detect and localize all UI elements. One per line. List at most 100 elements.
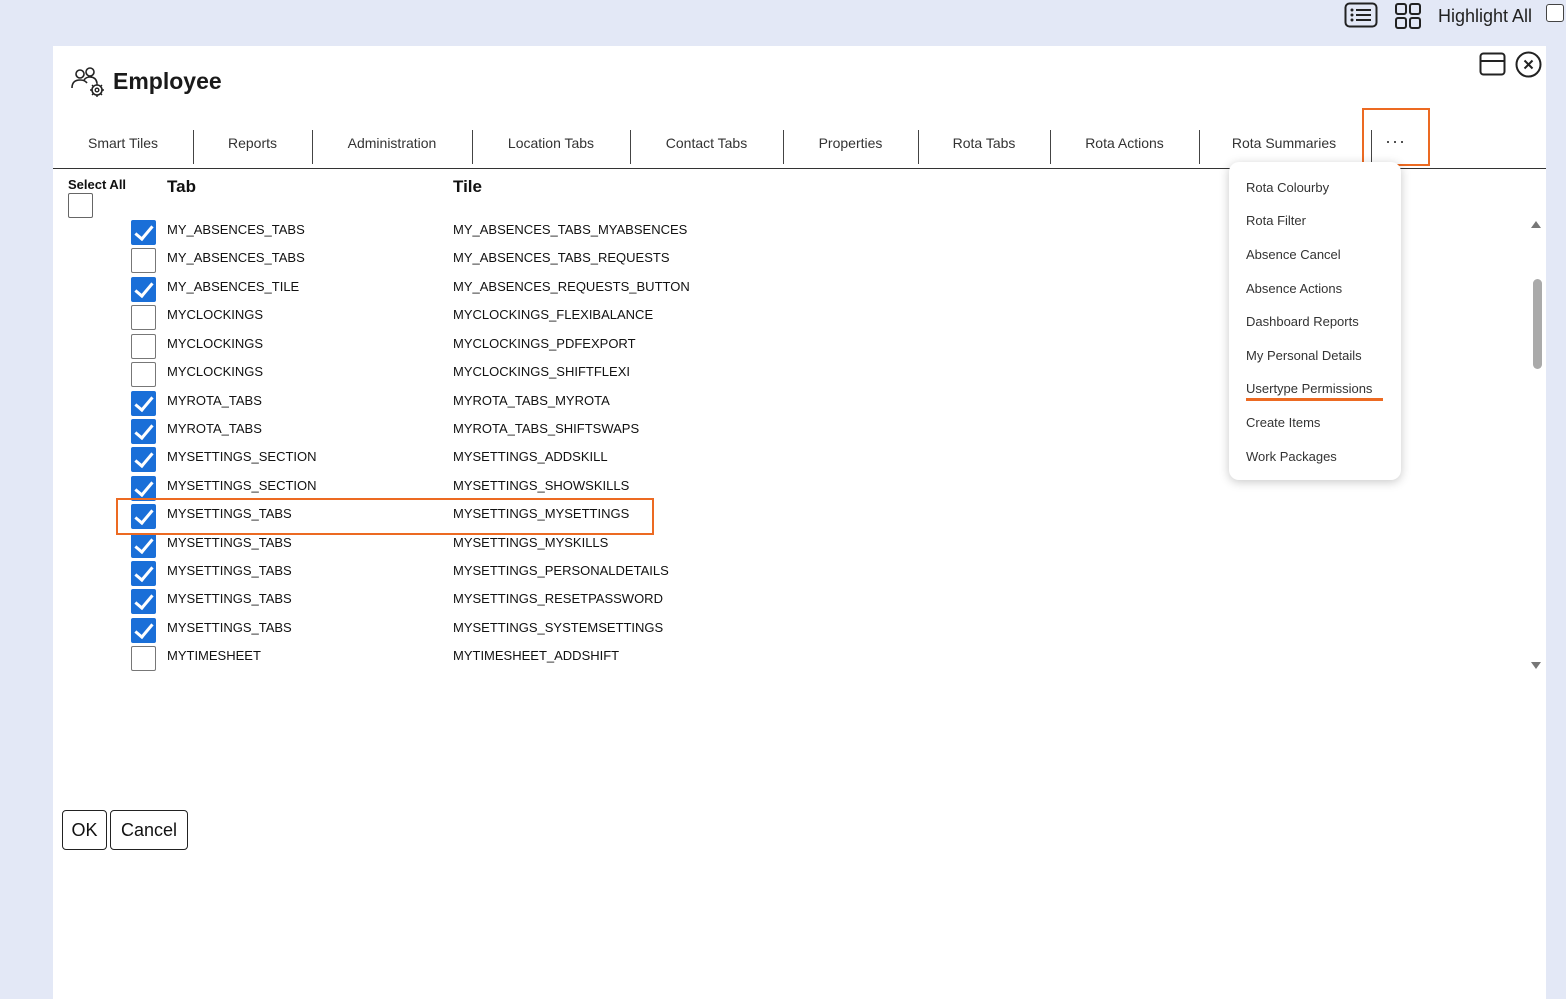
row-checkbox[interactable] (131, 419, 156, 444)
tab-divider (1371, 130, 1372, 162)
cell-tile: MYTIMESHEET_ADDSHIFT (453, 648, 620, 663)
users-settings-icon (70, 66, 106, 98)
row-checkbox[interactable] (131, 533, 156, 558)
cancel-button[interactable]: Cancel (110, 810, 188, 850)
scroll-up-arrow[interactable] (1531, 221, 1541, 228)
grid-view-icon[interactable] (1394, 2, 1422, 30)
tab-rota-summaries[interactable]: Rota Summaries (1199, 130, 1369, 166)
menu-item-my-personal-details[interactable]: My Personal Details (1246, 348, 1362, 363)
select-all-label: Select All (68, 177, 127, 192)
select-all-checkbox[interactable] (68, 193, 93, 218)
tab-properties[interactable]: Properties (783, 130, 918, 166)
scrollbar-thumb[interactable] (1533, 279, 1542, 369)
table-row: MYSETTINGS_TABS MYSETTINGS_SYSTEMSETTINGS (53, 616, 1253, 644)
menu-item-rota-colourby[interactable]: Rota Colourby (1246, 180, 1329, 195)
cell-tile: MYSETTINGS_SHOWSKILLS (453, 478, 630, 493)
row-checkbox[interactable] (131, 391, 156, 416)
table-row: MY_ABSENCES_TABS MY_ABSENCES_TABS_MYABSEN… (53, 218, 1253, 246)
cell-tile: MYCLOCKINGS_SHIFTFLEXI (453, 364, 630, 379)
cell-tile: MYCLOCKINGS_PDFEXPORT (453, 336, 636, 351)
menu-item-absence-actions[interactable]: Absence Actions (1246, 281, 1342, 296)
cell-tab: MYSETTINGS_SECTION (167, 478, 317, 493)
cell-tab: MYSETTINGS_TABS (167, 620, 292, 635)
tab-rota-tabs[interactable]: Rota Tabs (918, 130, 1050, 166)
more-icon: ... (1385, 126, 1407, 147)
menu-item-dashboard-reports[interactable]: Dashboard Reports (1246, 314, 1359, 329)
row-checkbox[interactable] (131, 248, 156, 273)
tab-administration[interactable]: Administration (312, 130, 472, 166)
menu-item-absence-cancel[interactable]: Absence Cancel (1246, 247, 1341, 262)
row-checkbox[interactable] (131, 618, 156, 643)
table-row: MYSETTINGS_TABS MYSETTINGS_MYSKILLS (53, 531, 1253, 559)
close-icon[interactable] (1515, 51, 1542, 78)
column-header-tab: Tab (167, 177, 196, 196)
table-row: MYCLOCKINGS MYCLOCKINGS_FLEXIBALANCE (53, 303, 1253, 331)
cell-tile: MYCLOCKINGS_FLEXIBALANCE (453, 307, 654, 322)
row-checkbox[interactable] (131, 447, 156, 472)
list-view-icon[interactable] (1344, 2, 1378, 28)
menu-item-underline (1246, 398, 1383, 401)
cell-tile: MY_ABSENCES_REQUESTS_BUTTON (453, 279, 690, 294)
cell-tile: MYSETTINGS_MYSKILLS (453, 535, 609, 550)
tab-rota-actions[interactable]: Rota Actions (1050, 130, 1199, 166)
highlight-all-checkbox[interactable] (1546, 4, 1564, 22)
cell-tab: MYSETTINGS_SECTION (167, 449, 317, 464)
table-row: MY_ABSENCES_TABS MY_ABSENCES_TABS_REQUEST… (53, 246, 1253, 274)
row-checkbox[interactable] (131, 589, 156, 614)
maximize-icon[interactable] (1479, 52, 1506, 76)
cell-tab: MYSETTINGS_TABS (167, 591, 292, 606)
row-checkbox[interactable] (131, 362, 156, 387)
top-toolbar: Highlight All (0, 0, 1566, 32)
tab-contact-tabs[interactable]: Contact Tabs (630, 130, 783, 166)
cell-tab: MYSETTINGS_TABS (167, 563, 292, 578)
tab-smart-tiles[interactable]: Smart Tiles (63, 130, 183, 166)
cell-tile: MY_ABSENCES_TABS_MYABSENCES (453, 222, 688, 237)
tab-location-tabs[interactable]: Location Tabs (472, 130, 630, 166)
row-checkbox[interactable] (131, 220, 156, 245)
table-row: MYCLOCKINGS MYCLOCKINGS_SHIFTFLEXI (53, 360, 1253, 388)
table-row: MYSETTINGS_SECTION MYSETTINGS_ADDSKILL (53, 445, 1253, 473)
tab-reports[interactable]: Reports (193, 130, 312, 166)
table-row: MYSETTINGS_TABS MYSETTINGS_RESETPASSWORD (53, 587, 1253, 615)
cell-tile: MYSETTINGS_RESETPASSWORD (453, 591, 663, 606)
table-row: MYROTA_TABS MYROTA_TABS_SHIFTSWAPS (53, 417, 1253, 445)
table-row: MYCLOCKINGS MYCLOCKINGS_PDFEXPORT (53, 332, 1253, 360)
row-highlight-box (116, 498, 654, 535)
table-row: MY_ABSENCES_TILE MY_ABSENCES_REQUESTS_BUT… (53, 275, 1253, 303)
cell-tab: MY_ABSENCES_TABS (167, 222, 305, 237)
more-tabs-menu: Rota Colourby Rota Filter Absence Cancel… (1229, 162, 1401, 480)
menu-item-rota-filter[interactable]: Rota Filter (1246, 213, 1306, 228)
ok-button[interactable]: OK (62, 810, 107, 850)
row-checkbox[interactable] (131, 334, 156, 359)
menu-item-create-items[interactable]: Create Items (1246, 415, 1320, 430)
row-checkbox[interactable] (131, 277, 156, 302)
cell-tab: MYTIMESHEET (167, 648, 261, 663)
row-checkbox[interactable] (131, 561, 156, 586)
cell-tab: MYCLOCKINGS (167, 336, 264, 351)
dialog-title: Employee (113, 68, 222, 94)
table-row: MYSETTINGS_TABS MYSETTINGS_PERSONALDETAIL… (53, 559, 1253, 587)
cell-tile: MYSETTINGS_ADDSKILL (453, 449, 608, 464)
menu-item-work-packages[interactable]: Work Packages (1246, 449, 1337, 464)
cell-tile: MYSETTINGS_SYSTEMSETTINGS (453, 620, 664, 635)
cell-tile: MYSETTINGS_PERSONALDETAILS (453, 563, 669, 578)
highlight-all-label: Highlight All (1438, 6, 1533, 26)
cell-tab: MY_ABSENCES_TILE (167, 279, 300, 294)
table-row: MYROTA_TABS MYROTA_TABS_MYROTA (53, 389, 1253, 417)
cell-tab: MYCLOCKINGS (167, 307, 264, 322)
more-tabs-button[interactable]: ... (1362, 108, 1430, 166)
scroll-down-arrow[interactable] (1531, 662, 1541, 669)
cell-tab: MY_ABSENCES_TABS (167, 250, 305, 265)
cell-tile: MYROTA_TABS_MYROTA (453, 393, 610, 408)
column-header-tile: Tile (453, 177, 482, 196)
menu-item-usertype-permissions[interactable]: Usertype Permissions (1246, 381, 1372, 396)
cell-tab: MYCLOCKINGS (167, 364, 264, 379)
row-checkbox[interactable] (131, 646, 156, 671)
table-row: MYTIMESHEET MYTIMESHEET_ADDSHIFT (53, 644, 1253, 672)
cell-tab: MYSETTINGS_TABS (167, 535, 292, 550)
cell-tab: MYROTA_TABS (167, 421, 262, 436)
cell-tab: MYROTA_TABS (167, 393, 262, 408)
cell-tile: MYROTA_TABS_SHIFTSWAPS (453, 421, 640, 436)
cell-tile: MY_ABSENCES_TABS_REQUESTS (453, 250, 670, 265)
row-checkbox[interactable] (131, 305, 156, 330)
